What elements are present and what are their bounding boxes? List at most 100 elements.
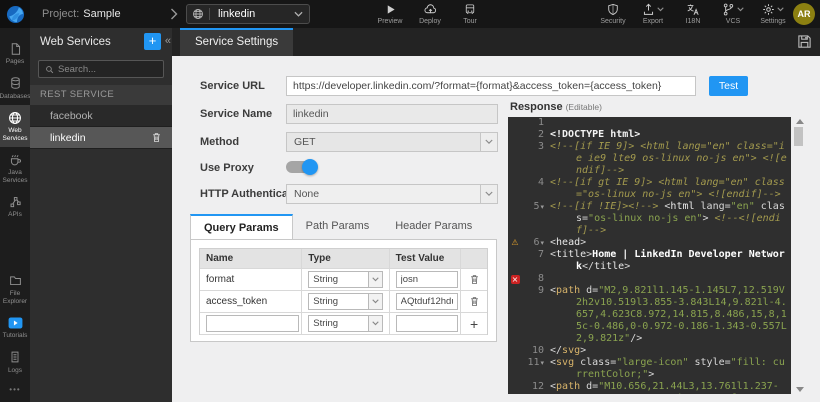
use-proxy-toggle[interactable] bbox=[286, 161, 316, 173]
column-header: Type bbox=[302, 249, 389, 268]
topbar-left-preview-button[interactable]: Preview bbox=[377, 2, 403, 25]
tab-query-params[interactable]: Query Params bbox=[190, 214, 293, 239]
sidebar-item-label: Databases bbox=[0, 93, 31, 101]
trash-icon[interactable] bbox=[469, 273, 480, 286]
gear-icon bbox=[762, 3, 775, 16]
code-text: <svg class="large-icon" style="fill: cur… bbox=[550, 357, 790, 381]
service-list-item-linkedin[interactable]: linkedin bbox=[30, 127, 172, 149]
code-gutter bbox=[508, 345, 522, 357]
new-param-name-input[interactable] bbox=[206, 315, 299, 332]
param-type-cell: String bbox=[302, 291, 389, 312]
code-text: <path d="M10.656,21.44L3,13.761l1.237-1.… bbox=[550, 381, 790, 394]
topbar-right-settings-label: Settings bbox=[760, 18, 785, 25]
search-input[interactable] bbox=[58, 64, 158, 75]
line-number: 7 bbox=[522, 249, 544, 273]
service-search-box[interactable] bbox=[38, 60, 164, 78]
save-icon[interactable] bbox=[797, 34, 812, 49]
code-line: ×8 bbox=[508, 273, 791, 285]
code-line: 9<path d="M2,9.821l1.145-1.145L7,12.519V… bbox=[508, 285, 791, 345]
sidebar-item-tutorials[interactable]: Tutorials bbox=[0, 310, 30, 345]
globe-icon bbox=[8, 110, 22, 125]
globe-icon bbox=[192, 8, 204, 20]
method-label: Method bbox=[200, 136, 239, 148]
column-header: Name bbox=[200, 249, 302, 268]
fold-marker-icon[interactable]: ▾ bbox=[540, 359, 544, 367]
rail-top-group: Pages Databases Web ServicesJava Services A… bbox=[0, 36, 30, 224]
scrollbar-thumb[interactable] bbox=[794, 127, 803, 146]
topbar-left-deploy-button[interactable]: Deploy bbox=[417, 2, 443, 25]
export-icon-wrap bbox=[642, 2, 664, 16]
chevron-down-icon bbox=[368, 272, 382, 287]
service-selector-dropdown[interactable]: linkedin bbox=[186, 4, 310, 24]
more-menu-button[interactable]: ••• bbox=[0, 379, 30, 402]
bus-icon bbox=[464, 3, 476, 16]
new-param-type-cell: String bbox=[302, 313, 389, 334]
sidebar-item-apis[interactable]: APIs bbox=[0, 189, 30, 224]
topbar-left-deploy-label: Deploy bbox=[419, 18, 441, 25]
toggle-knob bbox=[302, 159, 318, 175]
param-new-row: String + bbox=[200, 313, 487, 335]
sidebar-item-file-explorer[interactable]: File Explorer bbox=[0, 268, 30, 310]
chevron-down-icon bbox=[368, 294, 382, 309]
tutorial-play-icon bbox=[8, 315, 23, 330]
param-test-value-input[interactable] bbox=[396, 271, 458, 288]
shield-icon-wrap bbox=[607, 2, 619, 16]
sidebar-item-web-services[interactable]: Web Services bbox=[0, 105, 30, 147]
topbar-right-export-button[interactable]: Export bbox=[640, 2, 666, 25]
response-editable-hint: (Editable) bbox=[566, 102, 602, 112]
method-value: GET bbox=[287, 136, 480, 148]
topbar-right-i18n-button[interactable]: I18N bbox=[680, 2, 706, 25]
add-param-button[interactable]: + bbox=[470, 317, 478, 331]
service-list-item-facebook[interactable]: facebook bbox=[30, 105, 172, 127]
topbar-right-actions: Security Export I18N VCS Settings bbox=[600, 2, 786, 25]
tab-service-settings[interactable]: Service Settings bbox=[180, 28, 293, 56]
fold-marker-icon[interactable]: ▾ bbox=[540, 239, 544, 247]
scroll-up-arrow[interactable] bbox=[796, 119, 804, 124]
code-text: <title>Home | LinkedIn Developer Network… bbox=[550, 249, 790, 273]
tab-path-params[interactable]: Path Params bbox=[293, 214, 383, 238]
param-type-select[interactable]: String bbox=[308, 293, 382, 310]
sidebar-item-label: APIs bbox=[8, 211, 22, 219]
response-code-editor[interactable]: 12<!DOCTYPE html>3<!--[if IE 9]> <html l… bbox=[508, 117, 791, 394]
project-name: Sample bbox=[83, 8, 120, 20]
topbar-left-tour-button[interactable]: Tour bbox=[457, 2, 483, 25]
chevron-down-icon bbox=[480, 133, 497, 151]
trash-icon[interactable] bbox=[151, 131, 162, 144]
play-icon-wrap bbox=[385, 2, 396, 16]
tab-header-params[interactable]: Header Params bbox=[382, 214, 485, 238]
code-text: <!--[if !IE]><!--> <html lang="en" class… bbox=[550, 201, 790, 237]
topbar-right-i18n-label: I18N bbox=[686, 18, 701, 25]
code-line: 10</svg> bbox=[508, 345, 791, 357]
code-line: 12<path d="M10.656,21.44L3,13.761l1.237-… bbox=[508, 381, 791, 394]
topbar-right-settings-button[interactable]: Settings bbox=[760, 2, 786, 25]
chevron-right-icon bbox=[170, 7, 178, 25]
param-type-select[interactable]: String bbox=[308, 271, 382, 288]
method-select[interactable]: GET bbox=[286, 132, 498, 152]
app-logo[interactable] bbox=[0, 0, 30, 28]
scroll-down-arrow[interactable] bbox=[796, 387, 804, 392]
sidebar-item-logs[interactable]: Logs bbox=[0, 345, 30, 380]
service-name-input[interactable] bbox=[286, 104, 498, 124]
code-line: 3<!--[if IE 9]> <html lang="en" class="i… bbox=[508, 141, 791, 177]
avatar[interactable]: AR bbox=[793, 3, 815, 25]
new-param-test-value-input[interactable] bbox=[396, 315, 458, 332]
http-authentication-select[interactable]: None bbox=[286, 184, 498, 204]
sidebar-item-databases[interactable]: Databases bbox=[0, 71, 30, 106]
sidebar-item-java-services[interactable]: Java Services bbox=[0, 147, 30, 189]
fold-marker-icon[interactable]: ▾ bbox=[540, 203, 544, 211]
sidebar-item-pages[interactable]: Pages bbox=[0, 36, 30, 71]
test-button[interactable]: Test bbox=[709, 76, 748, 96]
cloud-upload-icon-wrap bbox=[423, 2, 438, 16]
line-number: 3 bbox=[522, 141, 544, 177]
service-url-input[interactable] bbox=[286, 76, 696, 96]
add-service-button[interactable]: + bbox=[144, 33, 161, 50]
code-line: ⚠6▾<head> bbox=[508, 237, 791, 249]
left-icon-rail: Pages Databases Web ServicesJava Services A… bbox=[0, 28, 30, 402]
collapse-panel-button[interactable]: « bbox=[165, 35, 171, 47]
param-test-value-cell bbox=[390, 269, 462, 290]
param-type-select[interactable]: String bbox=[308, 315, 382, 332]
topbar-right-vcs-button[interactable]: VCS bbox=[720, 2, 746, 25]
trash-icon[interactable] bbox=[469, 295, 480, 308]
param-test-value-input[interactable] bbox=[396, 293, 458, 310]
topbar-right-security-button[interactable]: Security bbox=[600, 2, 626, 25]
